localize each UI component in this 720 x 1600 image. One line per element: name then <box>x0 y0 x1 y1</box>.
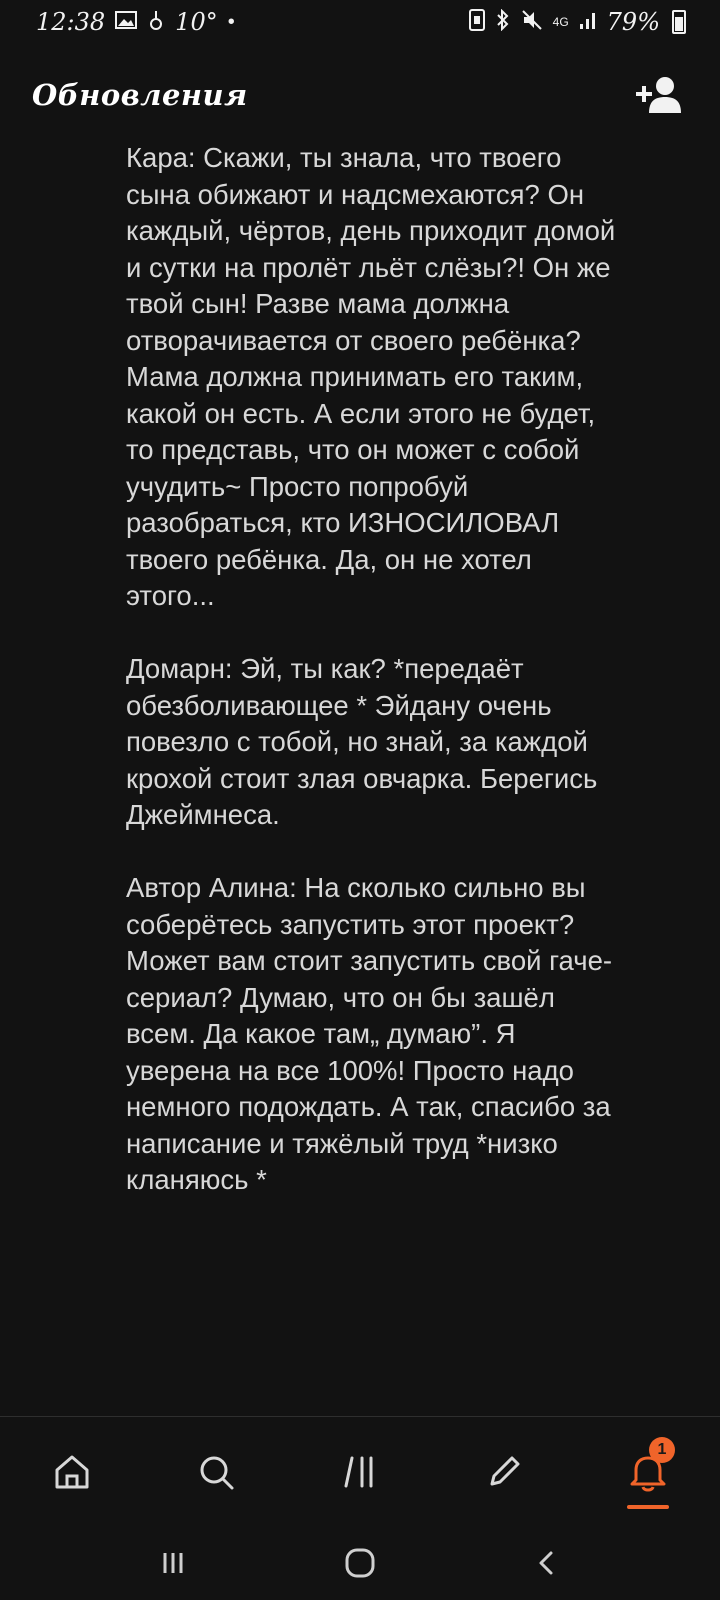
signal-icon <box>579 10 597 34</box>
weather-icon <box>147 9 165 35</box>
gallery-notification-icon <box>115 11 138 33</box>
bluetooth-icon <box>495 8 511 35</box>
recent-apps-button[interactable] <box>143 1533 203 1593</box>
add-user-icon <box>636 77 681 113</box>
bottom-navigation: 1 <box>0 1416 720 1526</box>
battery-icon <box>672 10 686 34</box>
paragraph-domarn: Домарн: Эй, ты как? *передаёт обезболива… <box>126 653 598 830</box>
app-bar: Обновления <box>0 60 720 130</box>
nfc-icon <box>468 9 485 35</box>
notification-badge: 1 <box>649 1436 675 1463</box>
search-icon <box>200 1456 234 1489</box>
system-back-button[interactable] <box>517 1533 577 1593</box>
page-title: Обновления <box>32 78 248 112</box>
nav-notifications[interactable]: 1 <box>603 1427 693 1517</box>
nav-library[interactable] <box>315 1427 405 1517</box>
library-icon <box>344 1456 373 1487</box>
status-right: 4G 79% <box>468 8 686 36</box>
network-type: 4G <box>552 15 569 29</box>
nav-write[interactable] <box>459 1427 549 1517</box>
home-button-icon <box>345 1548 375 1578</box>
write-icon <box>490 1456 520 1485</box>
mute-icon <box>521 9 543 35</box>
system-home-button[interactable] <box>330 1533 390 1593</box>
add-user-button[interactable] <box>632 67 688 123</box>
status-left: 12:38 10° • <box>36 8 235 36</box>
nav-search[interactable] <box>171 1427 261 1517</box>
nav-home[interactable] <box>27 1427 117 1517</box>
temperature: 10° <box>175 8 218 36</box>
system-navigation-bar <box>0 1526 720 1600</box>
active-tab-indicator <box>627 1504 669 1509</box>
recent-apps-icon <box>163 1553 183 1573</box>
back-icon <box>539 1551 553 1575</box>
message-body: Кара: Скажи, ты знала, что твоего сына о… <box>126 140 626 1235</box>
battery-percent: 79% <box>606 8 660 36</box>
status-bar: 12:38 10° • 4G 79% <box>0 0 720 44</box>
clock: 12:38 <box>36 8 106 36</box>
paragraph-kara: Кара: Скажи, ты знала, что твоего сына о… <box>126 142 616 611</box>
more-notifications-dot: • <box>227 10 235 33</box>
paragraph-author: Автор Алина: На сколько сильно вы соберё… <box>126 872 613 1195</box>
home-icon <box>55 1455 89 1488</box>
